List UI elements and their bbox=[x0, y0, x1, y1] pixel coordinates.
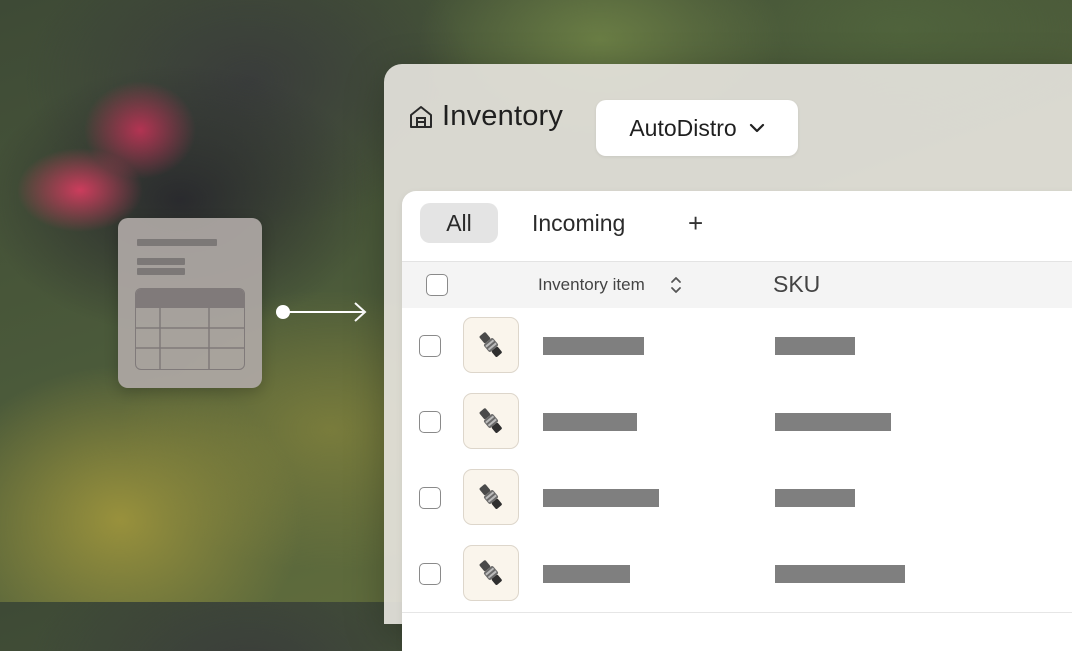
document-text-line bbox=[137, 258, 185, 265]
product-thumbnail bbox=[463, 469, 519, 525]
sku-placeholder bbox=[775, 413, 891, 431]
sort-icon[interactable] bbox=[670, 275, 682, 295]
item-name-placeholder bbox=[543, 337, 644, 355]
row-checkbox[interactable] bbox=[419, 411, 441, 433]
column-header-inventory-item[interactable]: Inventory item bbox=[538, 275, 645, 295]
sku-placeholder bbox=[775, 337, 855, 355]
store-select[interactable]: AutoDistro bbox=[596, 100, 798, 156]
table-row[interactable] bbox=[402, 536, 1072, 613]
inventory-panel: Inventory AutoDistro All Incoming + Inve… bbox=[384, 64, 1072, 651]
fitting-icon bbox=[479, 560, 502, 585]
arrow-connector-icon bbox=[276, 302, 367, 322]
row-checkbox[interactable] bbox=[419, 335, 441, 357]
item-name-placeholder bbox=[543, 489, 659, 507]
chevron-down-icon bbox=[749, 123, 764, 133]
page-title: Inventory bbox=[442, 100, 564, 132]
import-document-card bbox=[118, 218, 262, 388]
sku-placeholder bbox=[775, 565, 905, 583]
sku-placeholder bbox=[775, 489, 855, 507]
fitting-icon bbox=[479, 408, 502, 433]
store-select-label: AutoDistro bbox=[629, 114, 737, 141]
product-thumbnail bbox=[463, 545, 519, 601]
page-header: Inventory bbox=[408, 100, 563, 133]
document-table-icon bbox=[135, 288, 245, 370]
column-header-sku[interactable]: SKU bbox=[773, 271, 820, 298]
table-row[interactable] bbox=[402, 460, 1072, 537]
row-checkbox[interactable] bbox=[419, 487, 441, 509]
inventory-table-card: All Incoming + Inventory item SKU bbox=[402, 191, 1072, 651]
warehouse-icon bbox=[410, 105, 432, 128]
document-text-line bbox=[137, 268, 185, 275]
table-header: Inventory item SKU bbox=[402, 261, 1072, 309]
item-name-placeholder bbox=[543, 565, 630, 583]
product-thumbnail bbox=[463, 317, 519, 373]
select-all-checkbox[interactable] bbox=[426, 274, 448, 296]
document-heading-line bbox=[137, 239, 217, 246]
table-row[interactable] bbox=[402, 384, 1072, 461]
table-row[interactable] bbox=[402, 308, 1072, 385]
row-checkbox[interactable] bbox=[419, 563, 441, 585]
fitting-icon bbox=[479, 484, 502, 509]
fitting-icon bbox=[479, 332, 502, 357]
tab-bar: All Incoming + bbox=[402, 191, 1072, 261]
add-tab-button[interactable]: + bbox=[688, 203, 703, 243]
item-name-placeholder bbox=[543, 413, 637, 431]
tab-incoming[interactable]: Incoming bbox=[532, 203, 625, 243]
product-thumbnail bbox=[463, 393, 519, 449]
tab-all[interactable]: All bbox=[420, 203, 498, 243]
